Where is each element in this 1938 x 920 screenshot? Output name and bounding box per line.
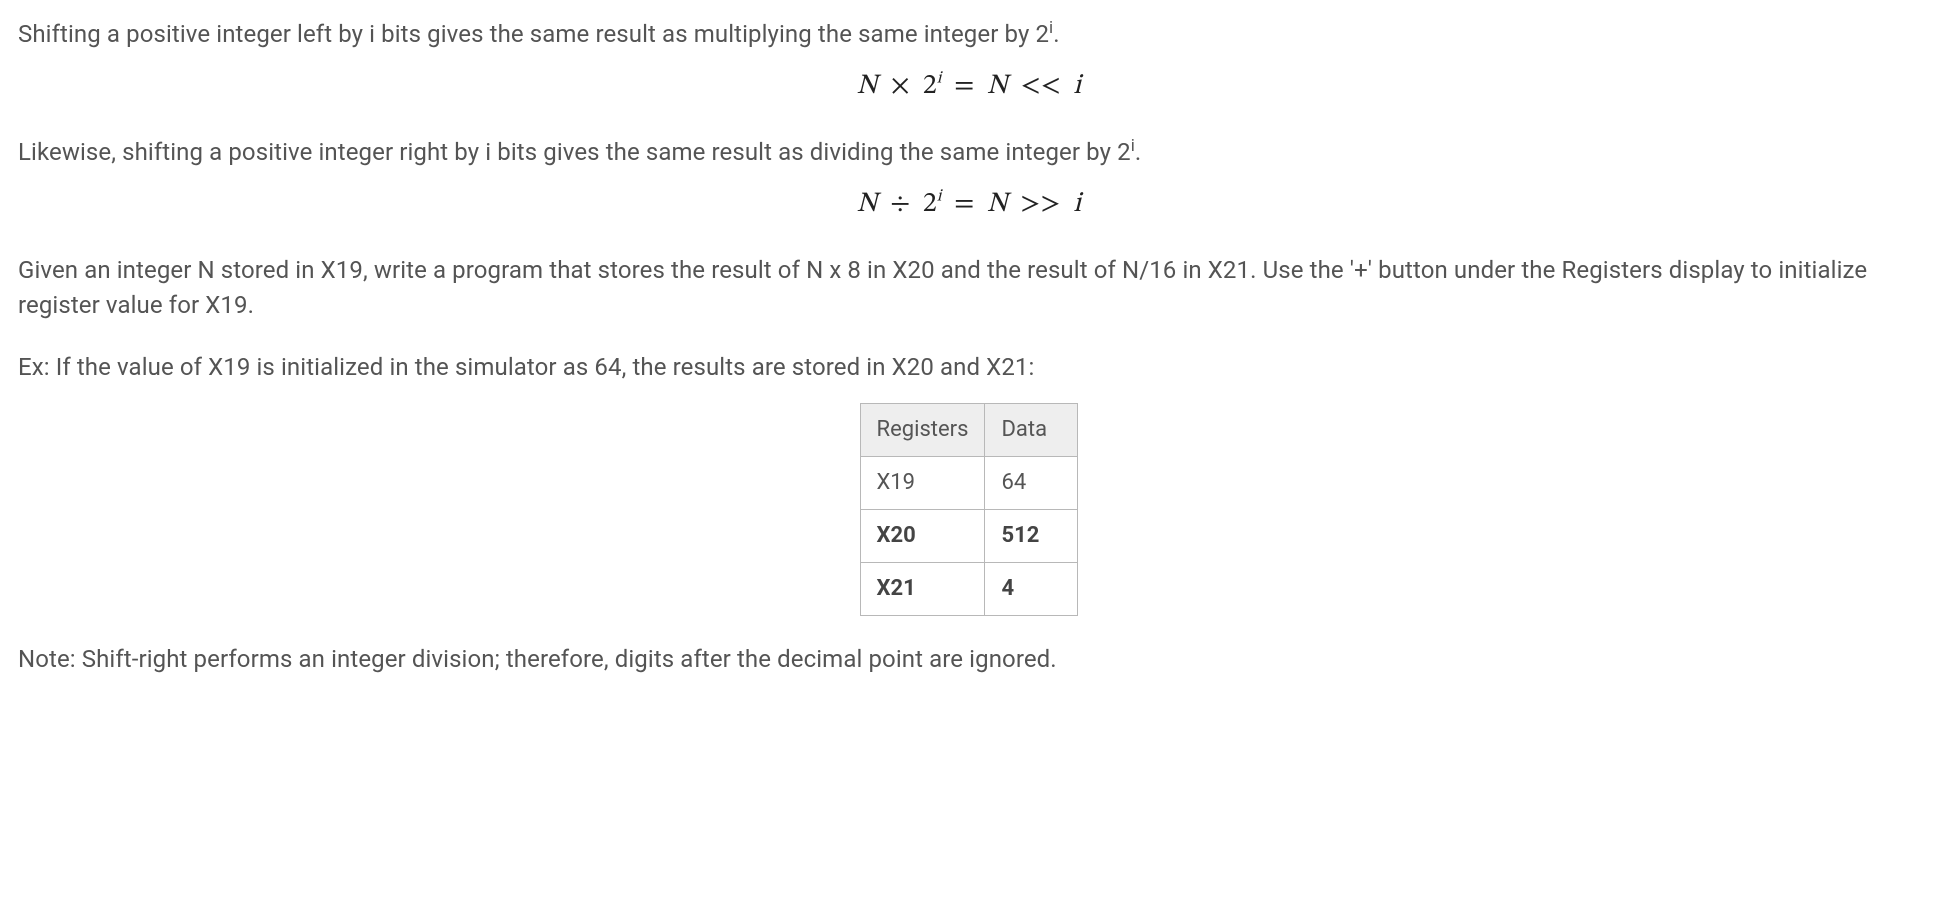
register-cell: X20: [860, 509, 985, 562]
registers-table-wrap: Registers Data X19 64 X20 512 X21 4: [18, 403, 1920, 616]
formula-base-2: 2: [923, 72, 937, 100]
formula-exp-i: i: [937, 188, 942, 205]
paragraph-shift-left: Shifting a positive integer left by i bi…: [18, 16, 1920, 52]
formula-op-shiftleft: <<: [1014, 72, 1066, 100]
data-cell: 4: [985, 562, 1078, 615]
formula-var-N2: N: [987, 72, 1008, 100]
formula-exp-i: i: [937, 69, 942, 86]
paragraph-example: Ex: If the value of X19 is initialized i…: [18, 350, 1920, 385]
formula-var-N: N: [857, 72, 878, 100]
table-row: X20 512: [860, 509, 1078, 562]
paragraph-shift-right: Likewise, shifting a positive integer ri…: [18, 134, 1920, 170]
paragraph-note: Note: Shift-right performs an integer di…: [18, 642, 1920, 677]
formula-op-times: ×: [884, 72, 916, 100]
register-cell: X19: [860, 457, 985, 510]
table-header-data: Data: [985, 404, 1078, 457]
paragraph-task: Given an integer N stored in X19, write …: [18, 253, 1920, 323]
formula-op-eq: =: [948, 190, 980, 218]
registers-table: Registers Data X19 64 X20 512 X21 4: [860, 403, 1079, 616]
data-cell: 64: [985, 457, 1078, 510]
formula-base-2: 2: [923, 190, 937, 218]
formula-op-eq: =: [948, 72, 980, 100]
table-row: X19 64: [860, 457, 1078, 510]
text: .: [1135, 138, 1141, 166]
text: Shifting a positive integer left by i bi…: [18, 20, 1049, 48]
formula-var-N2: N: [987, 190, 1008, 218]
register-cell: X21: [860, 562, 985, 615]
formula-op-div: ÷: [884, 190, 916, 218]
text: .: [1053, 20, 1059, 48]
formula-var-i: i: [1073, 72, 1081, 100]
data-cell: 512: [985, 509, 1078, 562]
formula-divide: N ÷ 2i = N >> i: [18, 184, 1920, 225]
formula-var-i: i: [1073, 190, 1081, 218]
table-header-registers: Registers: [860, 404, 985, 457]
formula-op-shiftright: >>: [1014, 190, 1066, 218]
formula-var-N: N: [857, 190, 878, 218]
text: Likewise, shifting a positive integer ri…: [18, 138, 1131, 166]
document-body: Shifting a positive integer left by i bi…: [0, 0, 1938, 701]
table-row: X21 4: [860, 562, 1078, 615]
table-header-row: Registers Data: [860, 404, 1078, 457]
formula-multiply: N × 2i = N << i: [18, 66, 1920, 107]
